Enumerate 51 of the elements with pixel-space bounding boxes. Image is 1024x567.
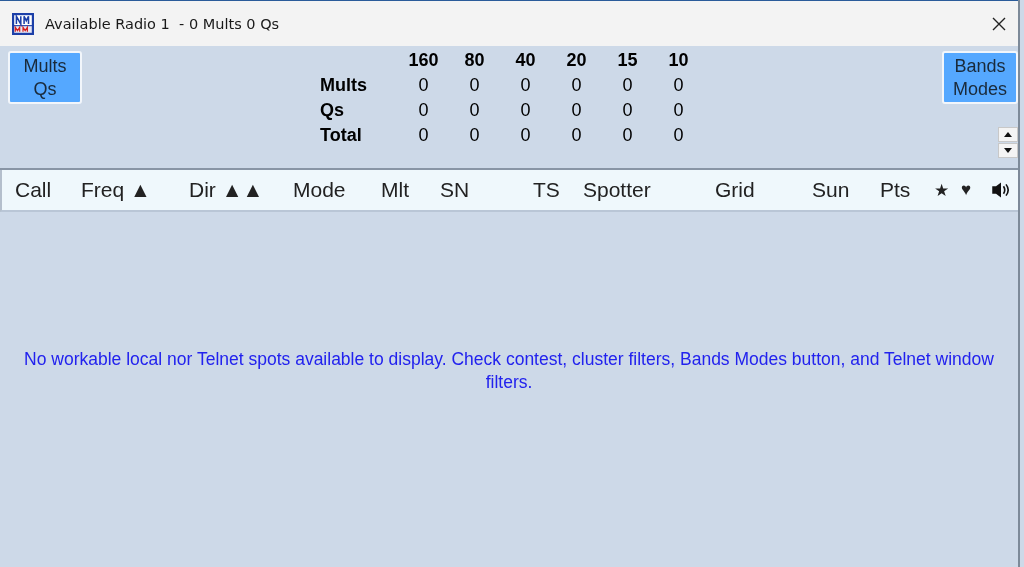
column-header[interactable]: Call [15,178,52,202]
stat-value: 0 [519,75,532,96]
band-heading: 10 [667,50,690,71]
scroll-up-button[interactable] [998,127,1018,142]
stat-value: 0 [621,75,634,96]
column-header[interactable]: ♥ [961,180,972,200]
stat-value: 0 [672,75,685,96]
stat-value: 0 [417,75,430,96]
row-label: Qs [319,100,345,121]
stat-value: 0 [417,100,430,121]
column-header[interactable]: Pts [880,178,911,202]
speaker-icon[interactable] [991,181,1011,199]
app-logo-icon [12,12,34,35]
column-header[interactable]: TS [533,178,560,202]
row-label: Mults [319,75,368,96]
empty-message: No workable local nor Telnet spots available to display. Check contest, cluster filters, Bands Modes button, and Telnet window filters. [23,347,995,394]
band-heading: 160 [407,50,440,71]
column-header[interactable]: Sun [812,178,850,202]
column-header[interactable]: SN [440,178,470,202]
stat-value: 0 [570,75,583,96]
row-label: Total [319,125,363,146]
band-heading: 15 [616,50,639,71]
stat-value: 0 [672,100,685,121]
column-header[interactable]: Spotter [583,178,651,202]
stat-value: 0 [468,75,481,96]
stat-value: 0 [519,100,532,121]
close-icon[interactable] [992,16,1006,31]
band-heading: 80 [463,50,486,71]
column-header[interactable]: Mode [293,178,346,202]
stat-value: 0 [417,125,430,146]
stat-value: 0 [570,100,583,121]
column-header[interactable]: ★ [934,179,949,201]
stat-value: 0 [468,125,481,146]
up-arrow-icon [1004,132,1012,137]
column-header[interactable]: Grid [715,178,755,202]
stat-value: 0 [570,125,583,146]
column-header[interactable]: Dir ▲▲ [189,178,264,202]
stat-value: 0 [672,125,685,146]
stat-value: 0 [621,125,634,146]
scroll-down-button[interactable] [998,143,1018,158]
band-heading: 20 [565,50,588,71]
stat-value: 0 [519,125,532,146]
bands-modes-button[interactable]: Bands Modes [942,51,1018,104]
column-header[interactable]: Freq ▲ [81,178,151,202]
column-header[interactable]: Mlt [381,178,409,202]
mults-qs-button[interactable]: Mults Qs [8,51,82,104]
stat-value: 0 [468,100,481,121]
window-title: Available Radio 1 - 0 Mults 0 Qs [45,15,281,32]
down-arrow-icon [1004,148,1012,153]
stat-value: 0 [621,100,634,121]
band-heading: 40 [514,50,537,71]
